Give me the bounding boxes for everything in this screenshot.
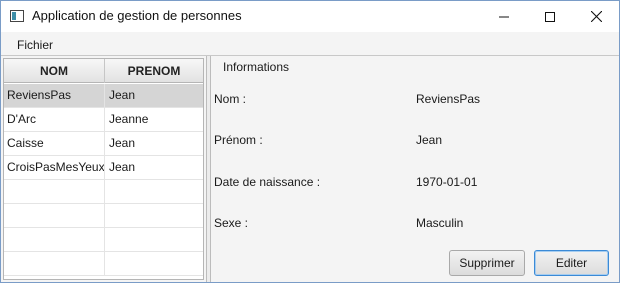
title-bar[interactable]: Application de gestion de personnes	[1, 1, 619, 32]
main-split-pane: NOM PRENOM ReviensPas Jean D'Arc Jeanne …	[1, 56, 619, 282]
table-body: ReviensPas Jean D'Arc Jeanne Caisse Jean…	[4, 84, 203, 276]
table-row[interactable]: Caisse Jean	[4, 132, 203, 156]
app-window-icon	[10, 10, 24, 22]
window-title: Application de gestion de personnes	[32, 8, 242, 23]
empty-cell	[4, 180, 105, 203]
column-header-prenom[interactable]: PRENOM	[105, 59, 203, 83]
value-prenom: Jean	[416, 133, 443, 147]
table-header: NOM PRENOM	[4, 59, 203, 83]
maximize-button[interactable]	[527, 1, 573, 32]
close-button[interactable]	[573, 1, 619, 32]
cell-nom: Caisse	[4, 132, 105, 155]
value-sexe: Masculin	[416, 216, 464, 230]
label-nom: Nom :	[214, 92, 247, 106]
minimize-button[interactable]	[481, 1, 527, 32]
label-prenom: Prénom :	[214, 133, 263, 147]
empty-cell	[4, 252, 105, 275]
persons-table[interactable]: NOM PRENOM ReviensPas Jean D'Arc Jeanne …	[3, 58, 204, 280]
label-sexe: Sexe :	[214, 216, 249, 230]
minimize-icon	[499, 16, 509, 17]
column-header-nom[interactable]: NOM	[4, 59, 105, 83]
table-row-empty	[4, 180, 203, 204]
maximize-icon	[545, 11, 555, 22]
close-icon	[590, 11, 602, 22]
menu-fichier[interactable]: Fichier	[17, 38, 53, 52]
cell-prenom: Jeanne	[109, 112, 149, 126]
table-row-empty	[4, 228, 203, 252]
details-panel: Informations Nom : ReviensPas Prénom : J…	[211, 56, 619, 282]
menu-bar: Fichier	[1, 32, 619, 56]
value-date-naissance: 1970-01-01	[416, 175, 478, 189]
cell-prenom: Jean	[109, 136, 136, 150]
empty-cell	[4, 228, 105, 251]
table-row-empty	[4, 252, 203, 276]
cell-prenom: Jean	[109, 160, 136, 174]
table-row[interactable]: D'Arc Jeanne	[4, 108, 203, 132]
table-row[interactable]: CroisPasMesYeux Jean	[4, 156, 203, 180]
label-date-naissance: Date de naissance :	[214, 175, 321, 189]
empty-cell	[4, 204, 105, 227]
cell-nom: CroisPasMesYeux	[4, 156, 105, 179]
value-nom: ReviensPas	[416, 92, 481, 106]
cell-prenom: Jean	[109, 88, 136, 102]
section-title: Informations	[223, 60, 290, 74]
delete-button[interactable]: Supprimer	[449, 250, 525, 276]
table-row-empty	[4, 204, 203, 228]
app-window: Application de gestion de personnes Fich…	[0, 0, 620, 283]
cell-nom: D'Arc	[4, 108, 105, 131]
table-row[interactable]: ReviensPas Jean	[4, 84, 203, 108]
cell-nom: ReviensPas	[4, 84, 105, 107]
edit-button[interactable]: Editer	[534, 250, 609, 276]
